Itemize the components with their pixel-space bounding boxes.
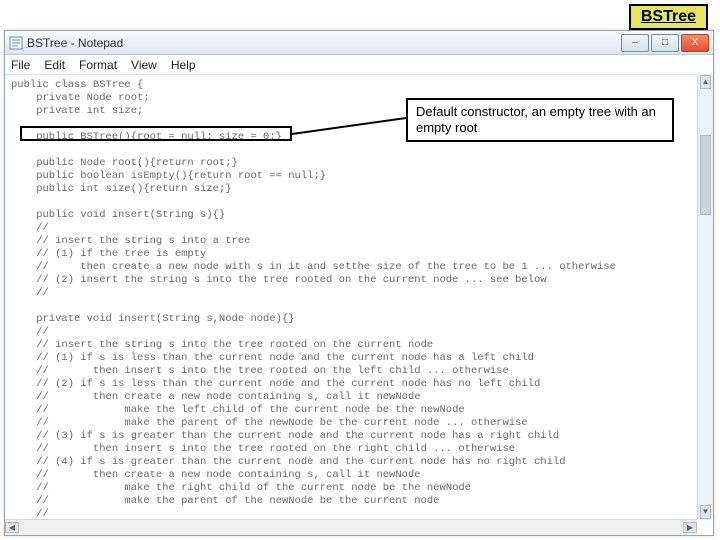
window-buttons: – □ X [621, 34, 709, 52]
vertical-scrollbar[interactable]: ▲ ▼ [697, 75, 713, 519]
annotation-text: Default constructor, an empty tree with … [416, 104, 656, 135]
highlight-box [20, 126, 292, 141]
menu-format[interactable]: Format [79, 58, 117, 72]
scroll-thumb[interactable] [700, 135, 711, 215]
annotation-callout: Default constructor, an empty tree with … [406, 98, 674, 142]
window-title: BSTree - Notepad [27, 36, 621, 50]
minimize-button[interactable]: – [621, 34, 649, 52]
menu-view[interactable]: View [131, 58, 157, 72]
scroll-right-arrow-icon[interactable]: ▶ [683, 522, 697, 533]
maximize-button[interactable]: □ [651, 34, 679, 52]
scroll-up-arrow-icon[interactable]: ▲ [700, 75, 711, 89]
close-button[interactable]: X [681, 34, 709, 52]
notepad-icon [9, 36, 23, 50]
menu-help[interactable]: Help [171, 58, 196, 72]
scroll-down-arrow-icon[interactable]: ▼ [700, 505, 711, 519]
code-content: public class BSTree { private Node root;… [11, 79, 691, 519]
menu-edit[interactable]: Edit [44, 58, 65, 72]
menubar: File Edit Format View Help [5, 55, 713, 75]
horizontal-scrollbar[interactable]: ◀ ▶ [5, 519, 697, 535]
slide-label: BSTree [629, 4, 708, 30]
scroll-left-arrow-icon[interactable]: ◀ [5, 522, 19, 533]
titlebar: BSTree - Notepad – □ X [5, 31, 713, 55]
menu-file[interactable]: File [11, 58, 30, 72]
